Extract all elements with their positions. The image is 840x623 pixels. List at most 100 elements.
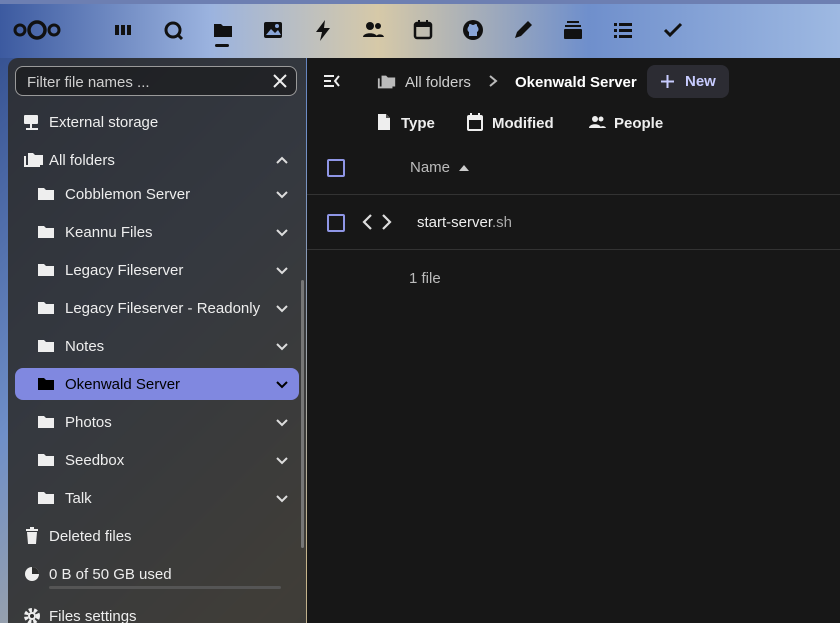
nav-folder-active[interactable]: Okenwald Server <box>15 368 299 400</box>
file-extension: .sh <box>492 214 513 231</box>
nav-label: External storage <box>49 114 159 131</box>
nav-folder[interactable]: Seedbox <box>15 444 299 476</box>
file-name[interactable]: start-server.sh <box>417 214 512 231</box>
plus-icon <box>660 74 675 89</box>
nav-folder[interactable]: Legacy Fileserver <box>15 254 299 286</box>
toggle-navigation-icon[interactable] <box>323 72 341 90</box>
filter-label: Modified <box>492 115 554 132</box>
chevron-right-icon <box>487 74 499 88</box>
chevron-down-icon[interactable] <box>275 491 289 505</box>
chevron-down-icon[interactable] <box>275 301 289 315</box>
filter-label: People <box>614 115 664 132</box>
calendar-icon[interactable] <box>410 17 436 43</box>
filter-bar: Type Modified People <box>307 106 840 140</box>
sort-ascending-icon[interactable] <box>459 165 469 171</box>
folders-icon <box>377 73 397 91</box>
close-icon[interactable] <box>272 73 288 89</box>
folder-icon <box>37 489 55 507</box>
chevron-down-icon[interactable] <box>275 263 289 277</box>
column-name-header[interactable]: Name <box>410 159 450 176</box>
tasks-icon[interactable] <box>610 17 636 43</box>
file-basename: start-server <box>417 214 493 231</box>
folder-icon <box>37 261 55 279</box>
external-storage-icon <box>23 113 41 131</box>
chevron-down-icon[interactable] <box>275 377 289 391</box>
files-navigation: External storage All folders Cobblemon S… <box>8 58 306 623</box>
gear-icon <box>23 607 41 623</box>
trash-icon <box>23 527 41 545</box>
filter-input[interactable] <box>25 67 269 97</box>
active-app-indicator <box>215 44 229 47</box>
logo-icon[interactable] <box>12 17 62 43</box>
table-row[interactable]: start-server.sh <box>307 195 840 250</box>
folder-icon <box>37 299 55 317</box>
chevron-down-icon[interactable] <box>275 187 289 201</box>
breadcrumb-label: All folders <box>405 74 471 91</box>
folders-icon <box>23 151 45 169</box>
nav-folder[interactable]: Keannu Files <box>15 216 299 248</box>
dashboard-icon[interactable] <box>110 17 136 43</box>
nav-label: Seedbox <box>65 452 125 469</box>
quota-text: 0 B of 50 GB used <box>49 566 172 583</box>
nav-folder[interactable]: Notes <box>15 330 299 362</box>
nav-external-storage[interactable]: External storage <box>15 106 299 138</box>
notes-icon[interactable] <box>510 17 536 43</box>
chevron-down-icon[interactable] <box>275 415 289 429</box>
files-main: All folders Okenwald Server New Type Mod… <box>307 58 840 623</box>
files-icon[interactable] <box>210 17 236 43</box>
select-all-checkbox[interactable] <box>327 159 345 177</box>
file-list-header: Name <box>307 142 840 195</box>
nav-scrollbar[interactable] <box>301 280 304 548</box>
folder-icon <box>37 375 55 393</box>
contacts-icon[interactable] <box>360 17 386 43</box>
talk-icon[interactable] <box>160 17 186 43</box>
folder-icon <box>37 413 55 431</box>
nav-label: Notes <box>65 338 105 355</box>
nav-files-settings[interactable]: Files settings <box>15 600 299 623</box>
file-icon <box>375 113 393 131</box>
folder-icon <box>37 451 55 469</box>
quota-progress-bar <box>49 586 281 589</box>
nav-deleted-files[interactable]: Deleted files <box>15 520 299 552</box>
new-button-label: New <box>685 73 716 90</box>
chevron-down-icon[interactable] <box>275 453 289 467</box>
nav-label: Legacy Fileserver - Readonly <box>65 300 261 317</box>
activity-icon[interactable] <box>310 17 336 43</box>
github-icon[interactable] <box>460 17 486 43</box>
nav-label: Okenwald Server <box>65 376 181 393</box>
filter-box <box>15 66 297 97</box>
chevron-down-icon[interactable] <box>275 225 289 239</box>
row-checkbox[interactable] <box>327 214 345 232</box>
chevron-down-icon[interactable] <box>275 339 289 353</box>
nav-label: Cobblemon Server <box>65 186 191 203</box>
check-icon[interactable] <box>660 17 686 43</box>
nav-label: Deleted files <box>49 528 132 545</box>
nav-label: Files settings <box>49 608 137 623</box>
folder-icon <box>37 337 55 355</box>
code-file-icon <box>361 212 393 232</box>
filter-label: Type <box>401 115 435 132</box>
folder-icon <box>37 223 55 241</box>
nav-label: Legacy Fileserver <box>65 262 184 279</box>
folder-icon <box>37 185 55 203</box>
photos-icon[interactable] <box>260 17 286 43</box>
nav-folder[interactable]: Legacy Fileserver - Readonly <box>15 292 299 324</box>
nav-label: Talk <box>65 490 92 507</box>
breadcrumb-current[interactable]: Okenwald Server <box>515 74 637 91</box>
nav-all-folders[interactable]: All folders <box>15 144 299 176</box>
nav-folder[interactable]: Talk <box>15 482 299 514</box>
new-button[interactable]: New <box>647 65 729 98</box>
file-count-summary: 1 file <box>409 270 441 287</box>
top-border <box>0 0 840 4</box>
nav-folder[interactable]: Photos <box>15 406 299 438</box>
people-icon <box>588 113 606 131</box>
deck-icon[interactable] <box>560 17 586 43</box>
pie-chart-icon <box>23 565 41 583</box>
nav-folder[interactable]: Cobblemon Server <box>15 178 299 210</box>
nav-label: Keannu Files <box>65 224 153 241</box>
top-app-bar <box>0 0 840 58</box>
chevron-up-icon[interactable] <box>275 153 289 167</box>
breadcrumb: All folders Okenwald Server New <box>307 58 840 104</box>
calendar-icon <box>466 113 484 131</box>
nav-label: Photos <box>65 414 112 431</box>
